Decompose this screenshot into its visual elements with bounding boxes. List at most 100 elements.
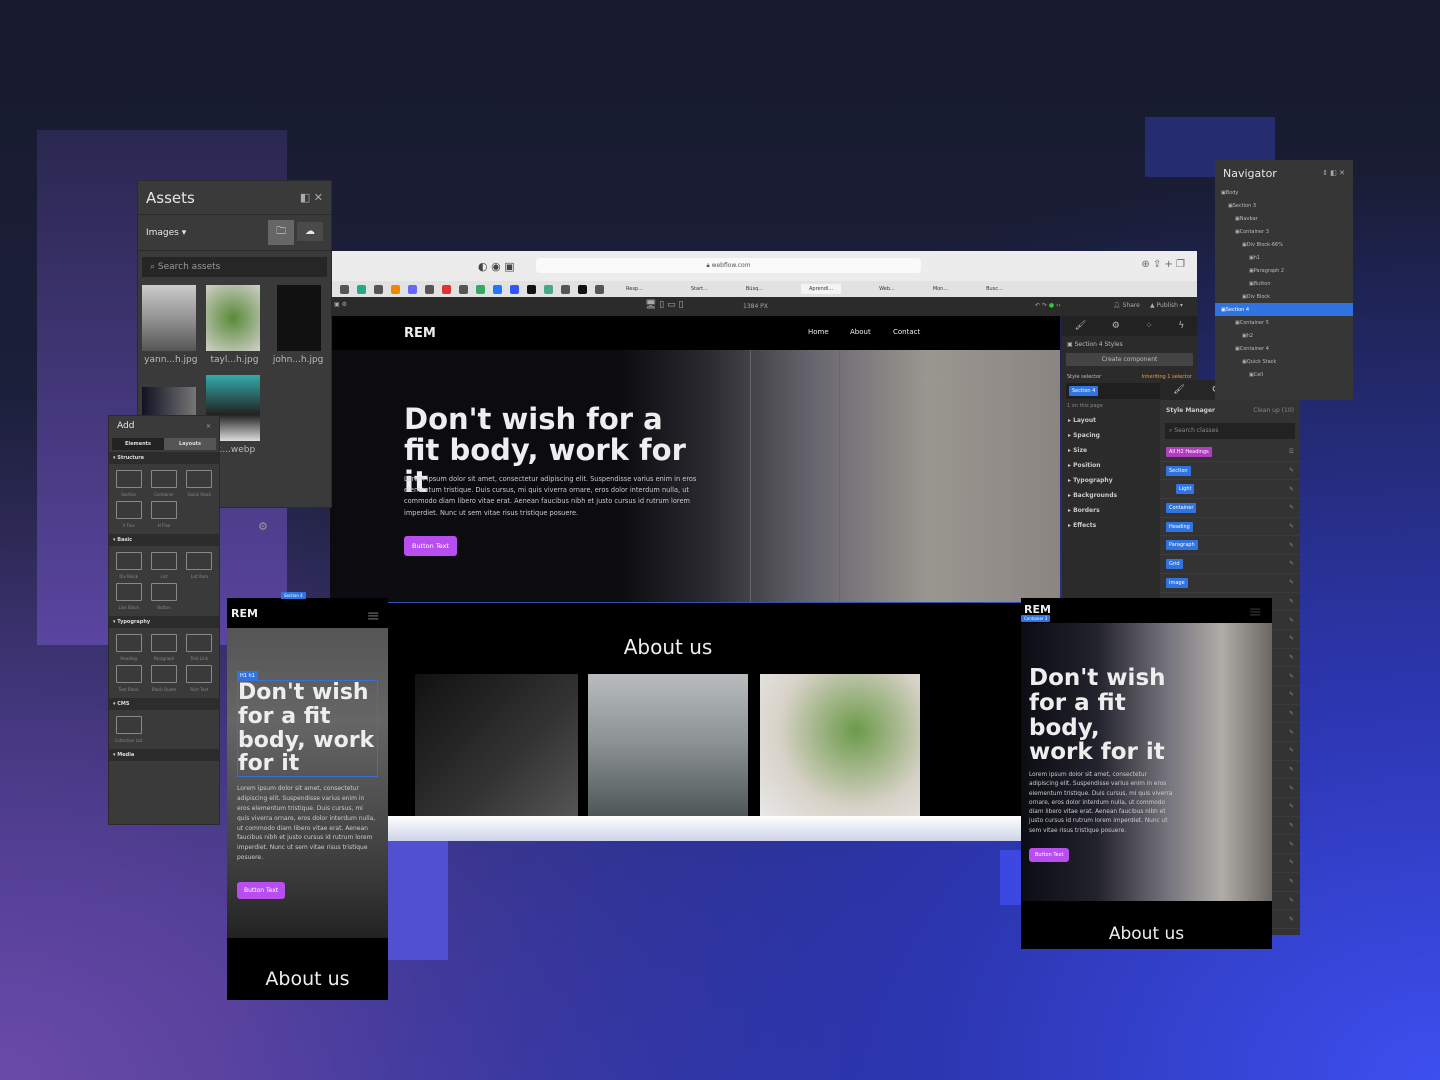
- brush-icon[interactable]: 🖌︎: [1173, 385, 1184, 395]
- bookmark[interactable]: Busc...: [986, 286, 1003, 292]
- address-bar[interactable]: 🔒︎ webflow.com: [536, 258, 921, 273]
- navigator-item[interactable]: ▣ Container 3: [1215, 225, 1353, 238]
- bookmark[interactable]: Mon...: [933, 286, 948, 292]
- search-classes-input[interactable]: ⌕ Search classes: [1165, 423, 1295, 439]
- class-tag[interactable]: Container: [1166, 503, 1196, 513]
- add-section-header[interactable]: ▾ CMS: [109, 698, 219, 710]
- edit-icon[interactable]: ✎: [1289, 635, 1294, 642]
- bookmark-icon[interactable]: [561, 285, 570, 294]
- navigator-item[interactable]: ▣ Paragraph 2: [1215, 264, 1353, 277]
- tab-layouts[interactable]: Layouts: [164, 438, 216, 450]
- edit-icon[interactable]: ✎: [1289, 822, 1294, 829]
- bookmark[interactable]: Web...: [879, 286, 895, 292]
- edit-icon[interactable]: ✎: [1289, 766, 1294, 773]
- tab-elements[interactable]: Elements: [112, 438, 164, 450]
- pages-icon[interactable]: ▣ ⚙: [334, 301, 347, 308]
- nav-link-contact[interactable]: Contact: [893, 328, 920, 336]
- interactions-icon[interactable]: ϟ: [1178, 321, 1184, 331]
- browser-extension-icons[interactable]: ◐ ◉ ▣: [478, 260, 515, 273]
- bookmark-icon[interactable]: [374, 285, 383, 294]
- edit-icon[interactable]: ✎: [1289, 673, 1294, 680]
- bookmark-icon[interactable]: [340, 285, 349, 294]
- add-element[interactable]: H Flex: [148, 501, 179, 528]
- style-manager-icon[interactable]: ⁘: [1145, 321, 1153, 331]
- hero-button[interactable]: Button Text: [1029, 848, 1069, 862]
- add-element[interactable]: Text Block: [113, 665, 144, 692]
- edit-icon[interactable]: ✎: [1289, 617, 1294, 624]
- nav-link-about[interactable]: About: [850, 328, 871, 336]
- hero-button[interactable]: Button Text: [237, 882, 285, 899]
- class-row[interactable]: All H2 Headings☰: [1160, 443, 1300, 462]
- edit-icon[interactable]: ✎: [1289, 747, 1294, 754]
- navigator-item[interactable]: ▣ Div Block-66%: [1215, 238, 1353, 251]
- navigator-item[interactable]: ▣ Body: [1215, 186, 1353, 199]
- asset-item[interactable]: tayl...h.jpg: [206, 285, 264, 365]
- site-logo[interactable]: REM: [404, 326, 436, 341]
- add-element[interactable]: Div Block: [113, 552, 144, 579]
- add-element[interactable]: Link Block: [113, 583, 144, 610]
- class-row[interactable]: Container ✎: [1160, 499, 1300, 518]
- navigator-item[interactable]: ▣ Container 5: [1215, 316, 1353, 329]
- bookmark-icon[interactable]: [408, 285, 417, 294]
- class-row[interactable]: Image✎: [1160, 574, 1300, 593]
- class-row[interactable]: Grid✎: [1160, 555, 1300, 574]
- bookmark-icon[interactable]: [357, 285, 366, 294]
- edit-icon[interactable]: ✎: [1289, 897, 1294, 904]
- asset-item[interactable]: john...h.jpg: [269, 285, 327, 365]
- edit-icon[interactable]: ✎: [1289, 504, 1294, 511]
- dock-icon[interactable]: ◧: [300, 191, 310, 204]
- bookmark-icon[interactable]: [510, 285, 519, 294]
- add-section-header[interactable]: ▾ Media: [109, 749, 219, 761]
- publish-button[interactable]: ▲ Publish ▾: [1150, 302, 1183, 309]
- class-tag[interactable]: Heading: [1166, 522, 1193, 532]
- edit-icon[interactable]: ✎: [1289, 859, 1294, 866]
- navigator-item[interactable]: ▣ Cell: [1215, 368, 1353, 381]
- bookmark-icon[interactable]: [442, 285, 451, 294]
- class-row[interactable]: Paragraph ✎: [1160, 536, 1300, 555]
- navigator-item[interactable]: ▣ Navbar: [1215, 212, 1353, 225]
- add-element[interactable]: Block Quote: [148, 665, 179, 692]
- bookmark[interactable]: Aprendi...: [801, 284, 841, 294]
- edit-icon[interactable]: ✎: [1289, 803, 1294, 810]
- class-tag[interactable]: Paragraph: [1166, 540, 1198, 550]
- add-element[interactable]: Section: [113, 470, 144, 497]
- create-component-button[interactable]: Create component: [1066, 353, 1193, 366]
- add-section-header[interactable]: ▾ Basic: [109, 534, 219, 546]
- bookmark-icon[interactable]: [527, 285, 536, 294]
- add-element[interactable]: Rich Text: [184, 665, 215, 692]
- edit-icon[interactable]: ✎: [1289, 916, 1294, 923]
- bookmark-icon[interactable]: [391, 285, 400, 294]
- site-logo[interactable]: REM: [231, 607, 258, 620]
- navigator-item[interactable]: ▣ Container 4: [1215, 342, 1353, 355]
- gear-icon[interactable]: ⚙: [1112, 321, 1120, 331]
- edit-icon[interactable]: ✎: [1289, 467, 1294, 474]
- class-tag[interactable]: Grid: [1166, 559, 1183, 569]
- add-element[interactable]: Button: [148, 583, 179, 610]
- class-row[interactable]: Section✎: [1160, 462, 1300, 481]
- asset-item[interactable]: yann...h.jpg: [142, 285, 200, 365]
- class-row[interactable]: Heading✎: [1160, 518, 1300, 537]
- navigator-item[interactable]: ▣ Button: [1215, 277, 1353, 290]
- close-icon[interactable]: ✕: [206, 423, 211, 430]
- bookmark-icon[interactable]: [578, 285, 587, 294]
- class-row[interactable]: Light ✎: [1160, 480, 1300, 499]
- nav-link-home[interactable]: Home: [808, 328, 829, 336]
- navigator-item[interactable]: ▣ h2: [1215, 329, 1353, 342]
- settings-icon[interactable]: ⚙: [258, 520, 268, 533]
- new-folder-button[interactable]: 🗀: [268, 220, 294, 245]
- class-tag[interactable]: Light: [1176, 484, 1194, 494]
- bookmark-icon[interactable]: [544, 285, 553, 294]
- add-element[interactable]: V Flex: [113, 501, 144, 528]
- close-icon[interactable]: ✕: [314, 191, 323, 204]
- navigator-item[interactable]: ▣ Div Block: [1215, 290, 1353, 303]
- edit-icon[interactable]: ✎: [1289, 542, 1294, 549]
- edit-icon[interactable]: ✎: [1289, 486, 1294, 493]
- class-tag[interactable]: All H2 Headings: [1166, 447, 1212, 457]
- bookmark[interactable]: Resp...: [626, 286, 643, 292]
- edit-icon[interactable]: ✎: [1289, 841, 1294, 848]
- edit-icon[interactable]: ✎: [1289, 598, 1294, 605]
- asset-filter-dropdown[interactable]: Images ▾: [146, 228, 186, 238]
- bookmark-icon[interactable]: [425, 285, 434, 294]
- bookmark[interactable]: Búsq...: [746, 286, 763, 292]
- add-section-header[interactable]: ▾ Typography: [109, 616, 219, 628]
